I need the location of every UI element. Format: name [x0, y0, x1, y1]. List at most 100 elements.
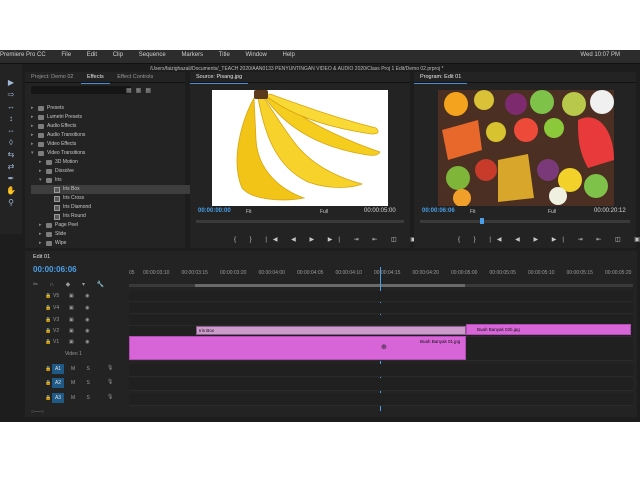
- microphone-icon[interactable]: 🎙: [107, 379, 113, 385]
- tab-effect-controls[interactable]: Effect Controls: [111, 72, 159, 83]
- source-timecode[interactable]: 00:00:00:00: [198, 208, 231, 214]
- chevron-right-icon[interactable]: ▸: [39, 167, 45, 176]
- program-timecode[interactable]: 00:00:06:06: [422, 208, 455, 214]
- chevron-right-icon[interactable]: ▸: [39, 230, 45, 239]
- source-scrubber[interactable]: [196, 220, 404, 223]
- menu-item[interactable]: Window: [245, 52, 266, 58]
- effect-filter-icons[interactable]: ▦▦▦: [126, 87, 155, 94]
- chevron-right-icon[interactable]: ▸: [31, 131, 37, 140]
- chevron-right-icon[interactable]: ▸: [31, 140, 37, 149]
- program-quality-select[interactable]: Full: [548, 209, 556, 215]
- effects-tree-item[interactable]: ▸ Slide: [31, 230, 205, 239]
- ripple-edit-icon[interactable]: ↔: [6, 102, 16, 112]
- hand-tool-icon[interactable]: ✋: [6, 186, 16, 196]
- track-toggle-icons[interactable]: ▣ ◉: [69, 328, 94, 334]
- microphone-icon[interactable]: 🎙: [107, 394, 113, 400]
- timeline-tool-icons[interactable]: ✂ ∩ ◆ ▾ 🔧: [33, 281, 109, 288]
- rolling-edit-icon[interactable]: ↕: [6, 114, 16, 124]
- effects-tree-item[interactable]: ▸ Dissolve: [31, 167, 205, 176]
- track-toggles[interactable]: M S: [71, 395, 95, 401]
- timeline-zoom-scrollbar[interactable]: ○──○: [31, 409, 49, 415]
- source-fit-select[interactable]: Fit: [246, 209, 252, 215]
- microphone-icon[interactable]: 🎙: [107, 365, 113, 371]
- track-toggle-icons[interactable]: ▣ ◉: [69, 305, 94, 311]
- video-track-header[interactable]: 🔒 V2 ▣ ◉: [25, 326, 129, 337]
- zoom-tool-icon[interactable]: ⚲: [6, 198, 16, 208]
- chevron-right-icon[interactable]: ▸: [31, 122, 37, 131]
- selection-tool-icon[interactable]: ▶: [6, 78, 16, 88]
- pen-tool-icon[interactable]: ✒: [6, 174, 16, 184]
- track-label[interactable]: A1: [52, 364, 64, 374]
- effects-tree-item[interactable]: ▸ 3D Motion: [31, 158, 205, 167]
- track-label[interactable]: A3: [52, 393, 64, 403]
- source-quality-select[interactable]: Full: [320, 209, 328, 215]
- program-transport-controls[interactable]: { } |◀ ◀ ▶ ▶| ⇥ ⇤ ◫ ▣ +: [458, 236, 640, 243]
- effects-tree-item[interactable]: ▸ Wipe: [31, 239, 205, 248]
- audio-track-header[interactable]: 🔒 A3 M S 🎙: [25, 393, 129, 404]
- iris-box-transition[interactable]: Iris Box: [196, 326, 466, 335]
- tab-effects[interactable]: Effects: [81, 72, 110, 84]
- program-fit-select[interactable]: Fit: [470, 209, 476, 215]
- menu-item[interactable]: Title: [219, 52, 230, 58]
- audio-track-header[interactable]: 🔒 A2 M S 🎙: [25, 378, 129, 389]
- effects-tree-item[interactable]: Iris Diamond: [31, 203, 205, 212]
- chevron-right-icon[interactable]: ▸: [31, 113, 37, 122]
- slide-tool-icon[interactable]: ⇄: [6, 162, 16, 172]
- clip-v2[interactable]: Buah Banyak 02b.jpg: [466, 324, 631, 335]
- chevron-right-icon[interactable]: ▸: [39, 221, 45, 230]
- effects-tree-item[interactable]: Iris Cross: [31, 194, 205, 203]
- effects-tree-item[interactable]: ▸ Lumetri Presets: [31, 113, 205, 122]
- track-select-icon[interactable]: ⇨: [6, 90, 16, 100]
- effects-tree-item[interactable]: Iris Box: [31, 185, 205, 194]
- video-track-header[interactable]: 🔒 V4 ▣ ◉: [25, 303, 129, 314]
- lock-icon[interactable]: 🔒: [45, 317, 51, 323]
- video-track-lane[interactable]: [129, 303, 633, 314]
- program-scrubber[interactable]: [420, 220, 630, 223]
- effects-tree-item[interactable]: ▸ Page Peel: [31, 221, 205, 230]
- tab-program[interactable]: Program: Edit 01: [414, 72, 468, 84]
- tab-sequence[interactable]: Edit 01: [33, 254, 50, 260]
- video-track-header[interactable]: 🔒 V3 ▣ ◉: [25, 315, 129, 326]
- effects-tree-item[interactable]: ▸ Audio Effects: [31, 122, 205, 131]
- track-toggle-icons[interactable]: ▣ ◉: [69, 317, 94, 323]
- track-label[interactable]: A2: [52, 378, 64, 388]
- lock-icon[interactable]: 🔒: [45, 366, 51, 372]
- menu-item[interactable]: Markers: [181, 52, 203, 58]
- chevron-right-icon[interactable]: ▸: [31, 104, 37, 113]
- menu-item[interactable]: Sequence: [139, 52, 166, 58]
- clip-v1[interactable]: Buah Banyak 01.jpg: [129, 336, 466, 360]
- time-ruler[interactable]: 05 00:00:03:10 00:00:03:15 00:00:03:20 00:00…: [129, 267, 633, 281]
- menu-item[interactable]: Edit: [87, 52, 97, 58]
- source-transport-controls[interactable]: { } |◀ ◀ ▶ ▶| ⇥ ⇤ ◫ ▣ +: [234, 236, 439, 243]
- chevron-right-icon[interactable]: ▸: [39, 158, 45, 167]
- effects-tree-item[interactable]: Iris Round: [31, 212, 205, 221]
- menu-item[interactable]: Premiere Pro CC: [0, 52, 46, 58]
- audio-track-lane[interactable]: [129, 364, 633, 377]
- lock-icon[interactable]: 🔒: [45, 395, 51, 401]
- effects-tree-item[interactable]: ▸ Video Effects: [31, 140, 205, 149]
- audio-track-lane[interactable]: [129, 393, 633, 406]
- effects-tree-item[interactable]: ▸ Audio Transitions: [31, 131, 205, 140]
- video-track-header[interactable]: 🔒 V5 ▣ ◉: [25, 291, 129, 302]
- lock-icon[interactable]: 🔒: [45, 380, 51, 386]
- track-toggle-icons[interactable]: ▣ ◉: [69, 339, 94, 345]
- chevron-down-icon[interactable]: ▾: [31, 149, 37, 158]
- video-track-lane[interactable]: [129, 291, 633, 302]
- tab-source[interactable]: Source: Pisang.jpg: [190, 72, 249, 84]
- timeline-timecode[interactable]: 00:00:06:06: [33, 265, 77, 274]
- lock-icon[interactable]: 🔒: [45, 339, 51, 345]
- rate-stretch-icon[interactable]: ⇔: [6, 126, 16, 136]
- audio-track-header[interactable]: 🔒 A1 M S 🎙: [25, 364, 129, 375]
- effects-tree-item[interactable]: ▾ Video Transitions: [31, 149, 205, 158]
- menu-item[interactable]: Help: [282, 52, 294, 58]
- video-track-header[interactable]: 🔒 V1 ▣ ◉ Video 1: [25, 337, 129, 361]
- lock-icon[interactable]: 🔒: [45, 328, 51, 334]
- work-area-bar[interactable]: [129, 284, 633, 287]
- chevron-down-icon[interactable]: ▾: [39, 176, 45, 185]
- effects-tree-item[interactable]: ▸ Presets: [31, 104, 205, 113]
- program-playhead-icon[interactable]: [480, 218, 484, 224]
- effects-search-input[interactable]: [31, 86, 131, 94]
- effects-tree-item[interactable]: ▾ Iris: [31, 176, 205, 185]
- menu-item[interactable]: Clip: [113, 52, 123, 58]
- track-toggle-icons[interactable]: ▣ ◉: [69, 293, 94, 299]
